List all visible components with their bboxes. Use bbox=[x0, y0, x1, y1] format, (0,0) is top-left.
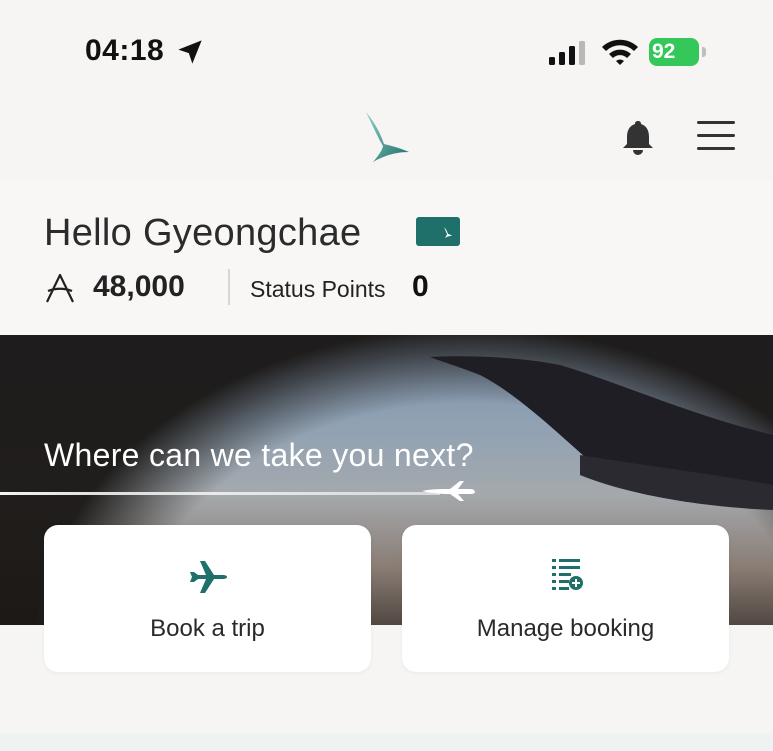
book-trip-button[interactable]: Book a trip bbox=[44, 525, 371, 672]
footer-band bbox=[0, 733, 773, 751]
status-time: 04:18 bbox=[85, 34, 165, 67]
cathay-logo[interactable] bbox=[362, 110, 412, 162]
membership-card-icon[interactable] bbox=[416, 217, 460, 246]
signal-icon bbox=[549, 41, 585, 65]
location-arrow-icon bbox=[178, 40, 202, 64]
greeting-section: Hello Gyeongchae 48,000 Status Points 0 bbox=[0, 180, 773, 335]
battery-level: 92 bbox=[649, 38, 699, 66]
wifi-icon bbox=[602, 39, 638, 65]
menu-icon[interactable] bbox=[696, 118, 736, 152]
flight-path-line bbox=[0, 492, 440, 495]
book-trip-label: Book a trip bbox=[150, 615, 265, 642]
asia-miles-icon bbox=[46, 273, 74, 303]
plane-icon bbox=[189, 561, 227, 593]
manage-booking-button[interactable]: Manage booking bbox=[402, 525, 729, 672]
manage-booking-icon bbox=[551, 559, 583, 590]
greeting-title: Hello Gyeongchae bbox=[44, 212, 362, 254]
app-header bbox=[0, 100, 773, 180]
status-points-label: Status Points bbox=[250, 276, 386, 302]
battery-indicator: 92 bbox=[649, 38, 709, 66]
battery-cap bbox=[702, 47, 706, 57]
status-bar: 04:18 92 bbox=[0, 0, 773, 100]
divider bbox=[228, 269, 230, 305]
hero-title: Where can we take you next? bbox=[44, 437, 474, 473]
status-points-value: 0 bbox=[412, 270, 429, 303]
plane-icon bbox=[422, 481, 475, 501]
bell-icon[interactable] bbox=[619, 118, 657, 156]
manage-booking-label: Manage booking bbox=[476, 615, 655, 642]
miles-balance: 48,000 bbox=[93, 270, 185, 303]
